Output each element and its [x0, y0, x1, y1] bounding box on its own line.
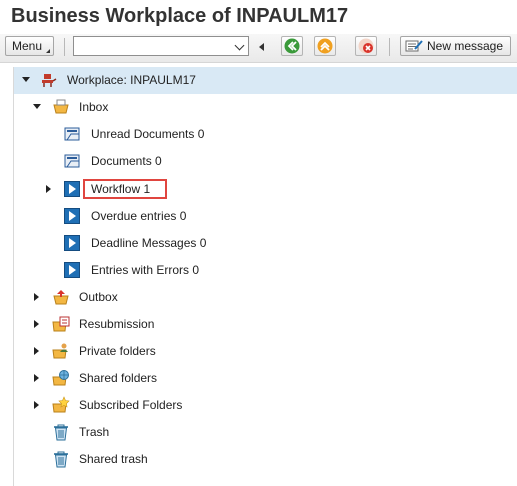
tree-label-resubmission[interactable]: Resubmission: [79, 317, 154, 331]
tree-label-outbox[interactable]: Outbox: [79, 290, 118, 304]
toolbar-separator: [64, 38, 65, 56]
new-message-button[interactable]: New message: [400, 36, 511, 56]
outbox-icon: [53, 290, 69, 305]
tree-label-deadline-messages[interactable]: Deadline Messages 0: [91, 236, 206, 250]
expand-arrow-icon[interactable]: [34, 374, 39, 382]
title-bar: Business Workplace of INPAULM17: [0, 0, 517, 34]
cancel-icon: [358, 38, 374, 54]
tree-label-entries-with-errors[interactable]: Entries with Errors 0: [91, 263, 199, 277]
tree-label-shared-trash[interactable]: Shared trash: [79, 452, 148, 466]
documents-icon: [64, 154, 80, 168]
expand-arrow-icon[interactable]: [34, 293, 39, 301]
tree-label-shared-folders[interactable]: Shared folders: [79, 371, 157, 385]
workflow-icon: [64, 208, 80, 224]
documents-icon: [64, 127, 80, 141]
expand-arrow-icon[interactable]: [34, 401, 39, 409]
subscribed-folders-icon: [52, 396, 70, 413]
expand-arrow-icon[interactable]: [34, 347, 39, 355]
highlight-box: [83, 179, 167, 199]
command-field[interactable]: [73, 36, 249, 56]
new-message-label: New message: [427, 39, 504, 53]
workflow-icon: [64, 181, 80, 197]
trash-icon: [54, 424, 68, 441]
dropdown-caret-icon[interactable]: [234, 40, 245, 51]
workplace-icon: [42, 74, 57, 87]
tree-label-documents[interactable]: Documents 0: [91, 154, 162, 168]
exit-button[interactable]: [314, 36, 336, 56]
tree-label-private-folders[interactable]: Private folders: [79, 344, 156, 358]
workplace-tree: [13, 67, 517, 486]
expand-arrow-icon[interactable]: [46, 185, 51, 193]
menu-corner-icon: [46, 49, 50, 53]
workflow-icon: [64, 235, 80, 251]
new-message-icon: [405, 40, 423, 52]
collapse-arrow-icon[interactable]: [22, 77, 30, 82]
collapse-arrow-icon[interactable]: [33, 104, 41, 109]
tree-label-inbox[interactable]: Inbox: [79, 100, 108, 114]
collapse-toolbar-icon[interactable]: [259, 43, 264, 51]
menu-button[interactable]: Menu: [5, 36, 54, 56]
back-button[interactable]: [281, 36, 303, 56]
trash-icon: [54, 451, 68, 468]
exit-icon: [317, 38, 333, 54]
workflow-icon: [64, 262, 80, 278]
menu-button-label: Menu: [12, 39, 43, 53]
tree-label-trash[interactable]: Trash: [79, 425, 109, 439]
tree-label-subscribed-folders[interactable]: Subscribed Folders: [79, 398, 182, 412]
cancel-button[interactable]: [355, 36, 377, 56]
toolbar-separator: [389, 38, 390, 56]
expand-arrow-icon[interactable]: [34, 320, 39, 328]
resubmission-icon: [52, 316, 70, 332]
tree-label-overdue-entries[interactable]: Overdue entries 0: [91, 209, 186, 223]
private-folders-icon: [52, 343, 68, 359]
inbox-icon: [53, 99, 69, 114]
window-title: Business Workplace of INPAULM17: [11, 5, 349, 27]
tree-label-workplace: Workplace: INPAULM17: [67, 73, 196, 87]
tree-label-unread-documents[interactable]: Unread Documents 0: [91, 127, 204, 141]
back-icon: [284, 38, 300, 54]
shared-folders-icon: [52, 370, 69, 386]
